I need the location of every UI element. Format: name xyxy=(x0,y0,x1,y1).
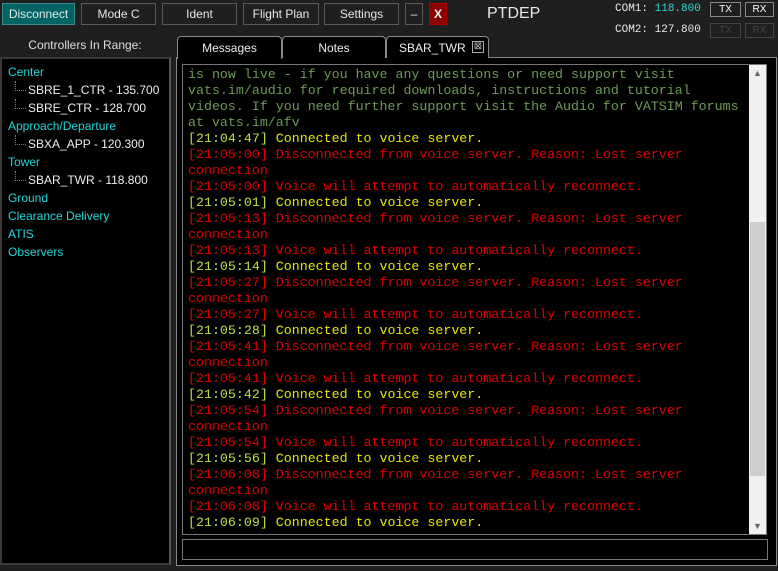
com1-rx-button[interactable]: RX xyxy=(745,2,774,17)
message-line: [21:05:13] Disconnected from voice serve… xyxy=(188,211,748,243)
message-text: Voice will attempt to automatically reco… xyxy=(275,179,643,194)
message-line: [21:05:01] Connected to voice server. xyxy=(188,195,748,211)
message-log[interactable]: is now live - if you have any questions … xyxy=(182,64,767,535)
message-line: [21:06:08] Voice will attempt to automat… xyxy=(188,499,748,515)
controller-item[interactable]: SBXA_APP - 120.300 xyxy=(2,135,169,153)
message-timestamp: [21:05:00] xyxy=(188,147,268,162)
com2-readout: COM2: 127.800 xyxy=(615,24,701,36)
message-timestamp: [21:05:54] xyxy=(188,435,268,450)
tab-sbar-twr[interactable]: SBAR_TWR ⊠ xyxy=(386,36,489,58)
message-line: [21:05:41] Disconnected from voice serve… xyxy=(188,339,748,371)
message-line: [21:05:56] Connected to voice server. xyxy=(188,451,748,467)
mode-c-button[interactable]: Mode C xyxy=(81,3,156,25)
message-timestamp: [21:05:13] xyxy=(188,243,268,258)
com1-frequency: 118.800 xyxy=(654,3,701,15)
controllers-tree[interactable]: Center SBRE_1_CTR - 135.700 SBRE_CTR - 128… xyxy=(0,57,171,565)
com1-readout: COM1: 118.800 xyxy=(615,3,701,15)
com2-label: COM2: xyxy=(615,24,649,36)
message-timestamp: [21:05:27] xyxy=(188,275,268,290)
message-timestamp: [21:05:13] xyxy=(188,211,268,226)
message-input[interactable] xyxy=(182,539,768,560)
message-line: [21:05:27] Voice will attempt to automat… xyxy=(188,307,748,323)
message-timestamp: [21:05:01] xyxy=(188,195,268,210)
message-timestamp: [21:06:09] xyxy=(188,515,268,530)
message-line: [21:05:41] Voice will attempt to automat… xyxy=(188,371,748,387)
controller-item[interactable]: SBRE_CTR - 128.700 xyxy=(2,99,169,117)
message-text: Connected to voice server. xyxy=(275,387,484,402)
message-line: [21:04:47] Connected to voice server. xyxy=(188,131,748,147)
settings-button[interactable]: Settings xyxy=(324,3,399,25)
com1-label: COM1: xyxy=(615,3,649,15)
message-text: Connected to voice server. xyxy=(275,259,484,274)
scrollbar-thumb[interactable] xyxy=(750,222,765,476)
message-line: [21:05:54] Voice will attempt to automat… xyxy=(188,435,748,451)
controller-group-atis[interactable]: ATIS xyxy=(2,225,169,243)
message-text: Voice will attempt to automatically reco… xyxy=(275,435,643,450)
message-line: is now live - if you have any questions … xyxy=(188,67,748,131)
tab-messages[interactable]: Messages xyxy=(177,36,282,59)
message-text: Voice will attempt to automatically reco… xyxy=(275,371,643,386)
message-text: Connected to voice server. xyxy=(275,195,484,210)
message-timestamp: [21:05:41] xyxy=(188,339,268,354)
message-timestamp: [21:06:08] xyxy=(188,467,268,482)
flight-plan-button[interactable]: Flight Plan xyxy=(243,3,319,25)
message-line: [21:06:09] Connected to voice server. xyxy=(188,515,748,531)
message-line: [21:05:14] Connected to voice server. xyxy=(188,259,748,275)
message-line: [21:05:54] Disconnected from voice serve… xyxy=(188,403,748,435)
message-timestamp: [21:04:47] xyxy=(188,131,268,146)
message-line: [21:06:08] Disconnected from voice serve… xyxy=(188,467,748,499)
message-timestamp: [21:05:54] xyxy=(188,403,268,418)
message-line: [21:05:28] Connected to voice server. xyxy=(188,323,748,339)
message-text: Voice will attempt to automatically reco… xyxy=(275,307,643,322)
message-timestamp: [21:05:14] xyxy=(188,259,268,274)
scroll-up-icon[interactable]: ▲ xyxy=(749,65,766,81)
controller-group-observers[interactable]: Observers xyxy=(2,243,169,261)
message-timestamp: [21:05:42] xyxy=(188,387,268,402)
controller-group-approach-departure[interactable]: Approach/Departure xyxy=(2,117,169,135)
com2-rx-button[interactable]: RX xyxy=(745,23,774,38)
message-text: Voice will attempt to automatically reco… xyxy=(275,499,643,514)
controller-group-tower[interactable]: Tower xyxy=(2,153,169,171)
message-timestamp: [21:05:41] xyxy=(188,371,268,386)
message-text: Connected to voice server. xyxy=(275,515,484,530)
message-timestamp: [21:05:27] xyxy=(188,307,268,322)
message-timestamp: [21:05:28] xyxy=(188,323,268,338)
scroll-down-icon[interactable]: ▼ xyxy=(749,518,766,534)
controller-group-clearance-delivery[interactable]: Clearance Delivery xyxy=(2,207,169,225)
controller-group-center[interactable]: Center xyxy=(2,63,169,81)
com1-tx-button[interactable]: TX xyxy=(710,2,741,17)
message-text: is now live - if you have any questions … xyxy=(188,67,747,130)
message-line: [21:05:00] Disconnected from voice serve… xyxy=(188,147,748,179)
message-timestamp: [21:05:00] xyxy=(188,179,268,194)
controller-group-ground[interactable]: Ground xyxy=(2,189,169,207)
disconnect-button[interactable]: Disconnect xyxy=(2,3,75,25)
tab-notes[interactable]: Notes xyxy=(282,36,386,58)
controllers-title: Controllers In Range: xyxy=(28,38,142,52)
com2-tx-button[interactable]: TX xyxy=(710,23,741,38)
message-text: Voice will attempt to automatically reco… xyxy=(275,243,643,258)
close-button[interactable]: X xyxy=(429,3,447,25)
minimize-button[interactable]: – xyxy=(405,3,423,25)
message-line: [21:05:27] Disconnected from voice serve… xyxy=(188,275,748,307)
message-text: Connected to voice server. xyxy=(275,323,484,338)
callsign: PTDEP xyxy=(487,5,541,22)
controller-item[interactable]: SBAR_TWR - 118.800 xyxy=(2,171,169,189)
scrollbar[interactable]: ▲ ▼ xyxy=(749,65,766,534)
message-text: Connected to voice server. xyxy=(275,131,484,146)
ident-button[interactable]: Ident xyxy=(162,3,237,25)
message-line: [21:05:00] Voice will attempt to automat… xyxy=(188,179,748,195)
message-line: [21:05:42] Connected to voice server. xyxy=(188,387,748,403)
message-line: [21:05:13] Voice will attempt to automat… xyxy=(188,243,748,259)
message-text: Connected to voice server. xyxy=(275,451,484,466)
com2-frequency: 127.800 xyxy=(654,24,701,36)
controller-item[interactable]: SBRE_1_CTR - 135.700 xyxy=(2,81,169,99)
tab-label: SBAR_TWR xyxy=(399,40,466,55)
message-timestamp: [21:06:08] xyxy=(188,499,268,514)
close-tab-icon[interactable]: ⊠ xyxy=(472,41,484,53)
message-timestamp: [21:05:56] xyxy=(188,451,268,466)
